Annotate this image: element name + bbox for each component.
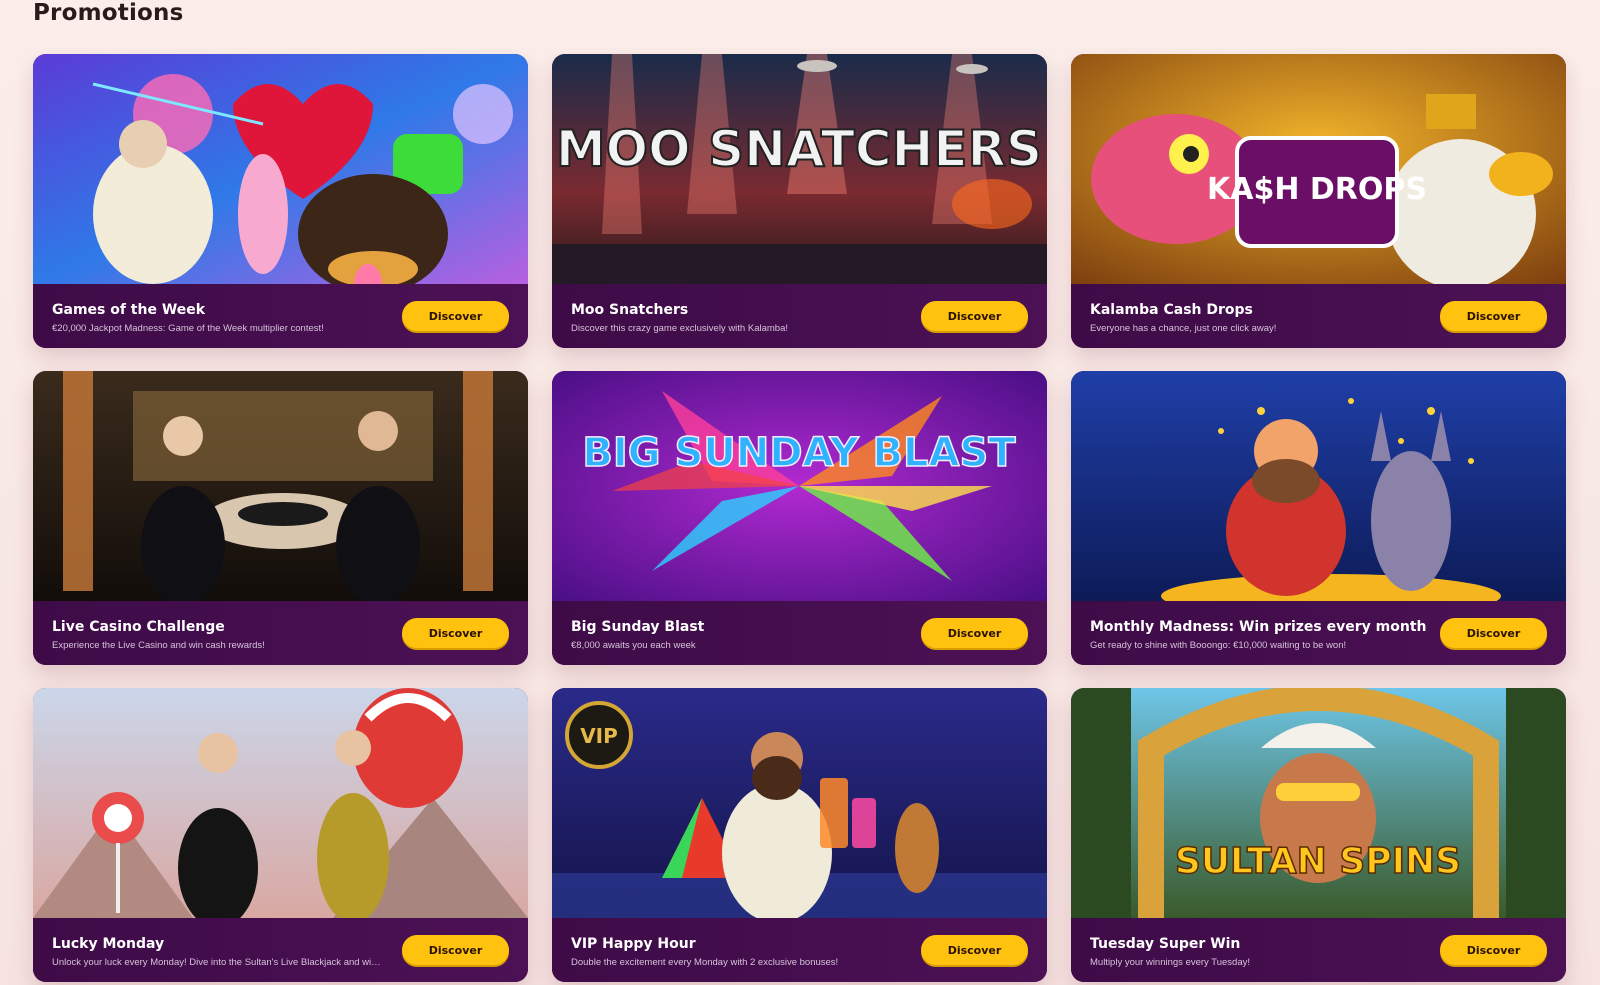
- promo-banner-image[interactable]: BIG SUNDAY BLAST: [552, 371, 1047, 601]
- promo-card-live-casino-challenge[interactable]: Live Casino Challenge Experience the Liv…: [33, 371, 528, 665]
- promo-title: Monthly Madness: Win prizes every month: [1090, 619, 1427, 635]
- promo-card-games-of-the-week[interactable]: Games of the Week €20,000 Jackpot Madnes…: [33, 54, 528, 348]
- discover-button[interactable]: Discover: [921, 935, 1028, 965]
- promo-card-monthly-madness[interactable]: Monthly Madness: Win prizes every month …: [1071, 371, 1566, 665]
- promo-card-moo-snatchers[interactable]: MOO SNATCHERS Moo Snatchers Discover thi…: [552, 54, 1047, 348]
- promo-title: Tuesday Super Win: [1090, 936, 1241, 952]
- discover-button[interactable]: Discover: [1440, 301, 1547, 331]
- moo-banner-logo: MOO SNATCHERS: [556, 120, 1042, 178]
- promo-description: Unlock your luck every Monday! Dive into…: [52, 957, 382, 968]
- sultan-banner-logo: SULTAN SPINS: [1175, 841, 1461, 882]
- promo-title: Games of the Week: [52, 302, 206, 318]
- promo-footer: Moo Snatchers Discover this crazy game e…: [552, 284, 1047, 348]
- promo-banner-image[interactable]: [33, 371, 528, 601]
- promo-title: Big Sunday Blast: [571, 619, 705, 635]
- promo-title: VIP Happy Hour: [571, 936, 696, 952]
- promo-description: Discover this crazy game exclusively wit…: [571, 323, 788, 334]
- promo-description: Double the excitement every Monday with …: [571, 957, 839, 968]
- discover-button[interactable]: Discover: [1440, 618, 1547, 648]
- promo-card-vip-happy-hour[interactable]: VIP VIP Happy Hour Double the excitement…: [552, 688, 1047, 982]
- discover-button[interactable]: Discover: [402, 935, 509, 965]
- vip-badge-text: VIP: [580, 724, 618, 748]
- promo-card-big-sunday-blast[interactable]: BIG SUNDAY BLAST Big Sunday Blast €8,000…: [552, 371, 1047, 665]
- discover-button[interactable]: Discover: [921, 618, 1028, 648]
- promo-card-tuesday-super-win[interactable]: SULTAN SPINS Tuesday Super Win Multiply …: [1071, 688, 1566, 982]
- promo-title: Lucky Monday: [52, 936, 165, 952]
- promo-banner-image[interactable]: KA$H DROPS: [1071, 54, 1566, 284]
- promo-description: Multiply your winnings every Tuesday!: [1090, 957, 1250, 968]
- promo-title: Moo Snatchers: [571, 302, 689, 318]
- bigsunday-banner-logo: BIG SUNDAY BLAST: [582, 430, 1016, 476]
- promo-description: Experience the Live Casino and win cash …: [52, 640, 265, 651]
- kashdrops-banner-logo: KA$H DROPS: [1207, 172, 1427, 207]
- promo-banner-image[interactable]: [1071, 371, 1566, 601]
- discover-button[interactable]: Discover: [402, 301, 509, 331]
- promo-description: €20,000 Jackpot Madness: Game of the Wee…: [52, 323, 324, 334]
- promo-banner-image[interactable]: MOO SNATCHERS: [552, 54, 1047, 284]
- promo-footer: Live Casino Challenge Experience the Liv…: [33, 601, 528, 665]
- promo-title: Live Casino Challenge: [52, 619, 225, 635]
- promo-banner-image[interactable]: SULTAN SPINS: [1071, 688, 1566, 918]
- promo-description: Get ready to shine with Booongo: €10,000…: [1090, 640, 1347, 651]
- promotions-page: Promotions Games of the Week €20,000 Jac…: [0, 0, 1600, 985]
- promotions-grid: Games of the Week €20,000 Jackpot Madnes…: [33, 54, 1566, 982]
- promo-banner-image[interactable]: [33, 54, 528, 284]
- promo-card-lucky-monday[interactable]: Lucky Monday Unlock your luck every Mond…: [33, 688, 528, 982]
- discover-button[interactable]: Discover: [921, 301, 1028, 331]
- promo-title: Kalamba Cash Drops: [1090, 302, 1253, 318]
- promo-footer: VIP Happy Hour Double the excitement eve…: [552, 918, 1047, 982]
- promo-banner-image[interactable]: [33, 688, 528, 918]
- page-title: Promotions: [33, 0, 184, 26]
- promo-footer: Monthly Madness: Win prizes every month …: [1071, 601, 1566, 665]
- promo-description: Everyone has a chance, just one click aw…: [1090, 323, 1277, 334]
- promo-card-kalamba-cash-drops[interactable]: KA$H DROPS Kalamba Cash Drops Everyone h…: [1071, 54, 1566, 348]
- discover-button[interactable]: Discover: [1440, 935, 1547, 965]
- discover-button[interactable]: Discover: [402, 618, 509, 648]
- promo-description: €8,000 awaits you each week: [571, 640, 696, 651]
- promo-footer: Lucky Monday Unlock your luck every Mond…: [33, 918, 528, 982]
- promo-banner-image[interactable]: VIP: [552, 688, 1047, 918]
- promo-footer: Kalamba Cash Drops Everyone has a chance…: [1071, 284, 1566, 348]
- promo-footer: Games of the Week €20,000 Jackpot Madnes…: [33, 284, 528, 348]
- promo-footer: Big Sunday Blast €8,000 awaits you each …: [552, 601, 1047, 665]
- promo-footer: Tuesday Super Win Multiply your winnings…: [1071, 918, 1566, 982]
